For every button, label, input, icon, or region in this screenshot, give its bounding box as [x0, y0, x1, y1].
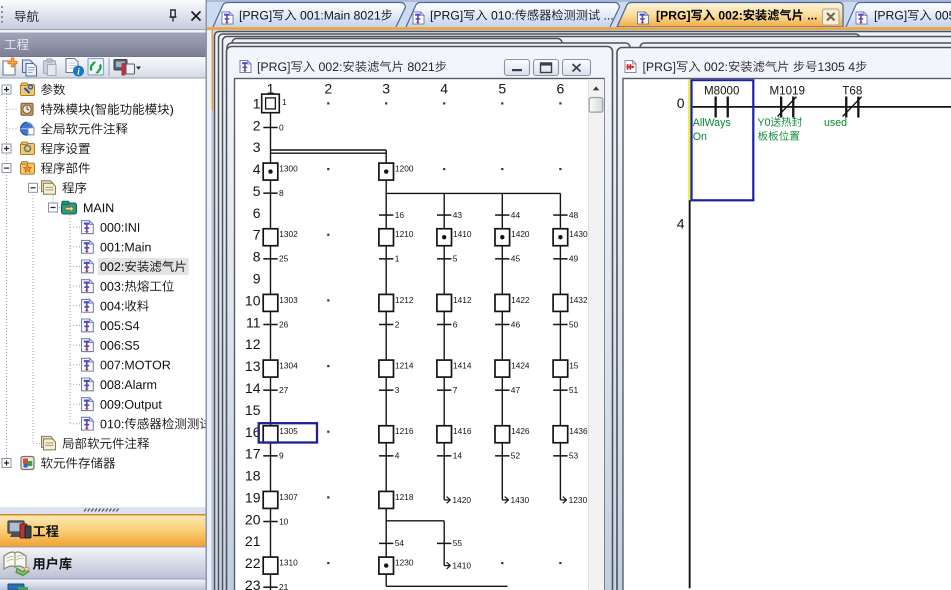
svg-text:M1019: M1019: [769, 84, 804, 97]
svg-text:12: 12: [245, 336, 261, 352]
svg-text:49: 49: [569, 254, 579, 264]
svg-text:4: 4: [395, 451, 400, 461]
svg-text:1420: 1420: [511, 229, 530, 239]
svg-text:9: 9: [253, 271, 261, 287]
svg-text:15: 15: [245, 402, 261, 418]
svg-text:2: 2: [324, 81, 332, 97]
svg-text:3: 3: [382, 81, 390, 97]
svg-text:1424: 1424: [511, 361, 530, 371]
svg-text:7: 7: [453, 385, 458, 395]
svg-text:1: 1: [395, 254, 400, 264]
svg-text:23: 23: [245, 577, 261, 590]
svg-text:10: 10: [279, 516, 289, 526]
svg-text:1304: 1304: [279, 361, 298, 371]
svg-text:17: 17: [245, 446, 261, 462]
svg-text:6: 6: [253, 205, 261, 221]
svg-text:13: 13: [245, 358, 261, 374]
svg-text:1412: 1412: [453, 295, 472, 305]
svg-text:6: 6: [453, 319, 458, 329]
svg-text:43: 43: [453, 210, 463, 220]
svg-text:46: 46: [511, 319, 521, 329]
svg-text:51: 51: [569, 385, 579, 395]
svg-text:used: used: [824, 117, 847, 129]
svg-text:1430: 1430: [511, 495, 530, 505]
svg-text:16: 16: [395, 210, 405, 220]
svg-text:1410: 1410: [452, 561, 471, 571]
svg-text:1: 1: [282, 97, 287, 107]
svg-text:1422: 1422: [511, 295, 530, 305]
svg-text:1: 1: [253, 95, 261, 111]
svg-text:45: 45: [511, 254, 521, 264]
svg-text:1300: 1300: [279, 164, 298, 174]
svg-text:3: 3: [395, 385, 400, 395]
svg-text:1430: 1430: [569, 229, 588, 239]
svg-text:M8000: M8000: [704, 84, 739, 97]
svg-text:27: 27: [279, 385, 289, 395]
svg-text:1436: 1436: [569, 426, 588, 436]
svg-text:44: 44: [511, 210, 521, 220]
svg-text:54: 54: [395, 538, 405, 548]
svg-text:2: 2: [395, 319, 400, 329]
svg-text:6: 6: [557, 81, 565, 97]
svg-text:0: 0: [279, 122, 284, 132]
svg-text:21: 21: [279, 582, 289, 590]
svg-text:25: 25: [279, 254, 289, 264]
svg-text:10: 10: [245, 292, 261, 308]
svg-text:1210: 1210: [395, 229, 414, 239]
svg-text:53: 53: [569, 451, 579, 461]
svg-text:1230: 1230: [395, 558, 414, 568]
svg-text:55: 55: [453, 538, 463, 548]
svg-text:0: 0: [677, 95, 685, 111]
svg-text:26: 26: [279, 319, 289, 329]
svg-text:14: 14: [453, 451, 463, 461]
svg-text:AllWays: AllWays: [693, 117, 731, 129]
svg-text:3: 3: [253, 139, 261, 155]
svg-text:2: 2: [253, 117, 261, 133]
svg-text:15: 15: [569, 361, 579, 371]
svg-text:19: 19: [245, 489, 261, 505]
svg-text:52: 52: [511, 451, 521, 461]
svg-text:5: 5: [498, 81, 506, 97]
svg-text:1303: 1303: [279, 295, 298, 305]
svg-text:4: 4: [677, 216, 685, 232]
svg-text:21: 21: [245, 533, 261, 549]
svg-text:8: 8: [253, 249, 261, 265]
svg-text:18: 18: [245, 468, 261, 484]
svg-text:1432: 1432: [569, 295, 588, 305]
svg-text:14: 14: [245, 380, 261, 396]
svg-text:47: 47: [511, 385, 521, 395]
svg-text:4: 4: [440, 81, 448, 97]
svg-text:4: 4: [253, 161, 261, 177]
svg-text:48: 48: [569, 210, 579, 220]
svg-text:1212: 1212: [395, 295, 414, 305]
svg-text:22: 22: [245, 555, 261, 571]
svg-text:5: 5: [453, 254, 458, 264]
svg-text:1200: 1200: [395, 164, 414, 174]
svg-text:1214: 1214: [395, 361, 414, 371]
svg-text:5: 5: [253, 183, 261, 199]
svg-text:1420: 1420: [452, 495, 471, 505]
svg-text:9: 9: [279, 451, 284, 461]
svg-text:T68: T68: [842, 84, 862, 97]
svg-text:On: On: [693, 131, 707, 143]
svg-text:50: 50: [569, 319, 579, 329]
svg-text:1414: 1414: [453, 361, 472, 371]
svg-text:7: 7: [253, 227, 261, 243]
svg-text:1310: 1310: [279, 558, 298, 568]
svg-text:1410: 1410: [453, 229, 472, 239]
svg-text:11: 11: [246, 314, 261, 330]
svg-text:1302: 1302: [279, 229, 298, 239]
svg-text:1305: 1305: [279, 426, 298, 436]
svg-text:1307: 1307: [279, 492, 298, 502]
svg-text:1218: 1218: [395, 492, 414, 502]
svg-text:1416: 1416: [453, 426, 472, 436]
svg-text:20: 20: [245, 511, 261, 527]
svg-text:1216: 1216: [395, 426, 414, 436]
svg-text:1426: 1426: [511, 426, 530, 436]
svg-text:1230: 1230: [569, 495, 588, 505]
svg-text:8: 8: [279, 188, 284, 198]
